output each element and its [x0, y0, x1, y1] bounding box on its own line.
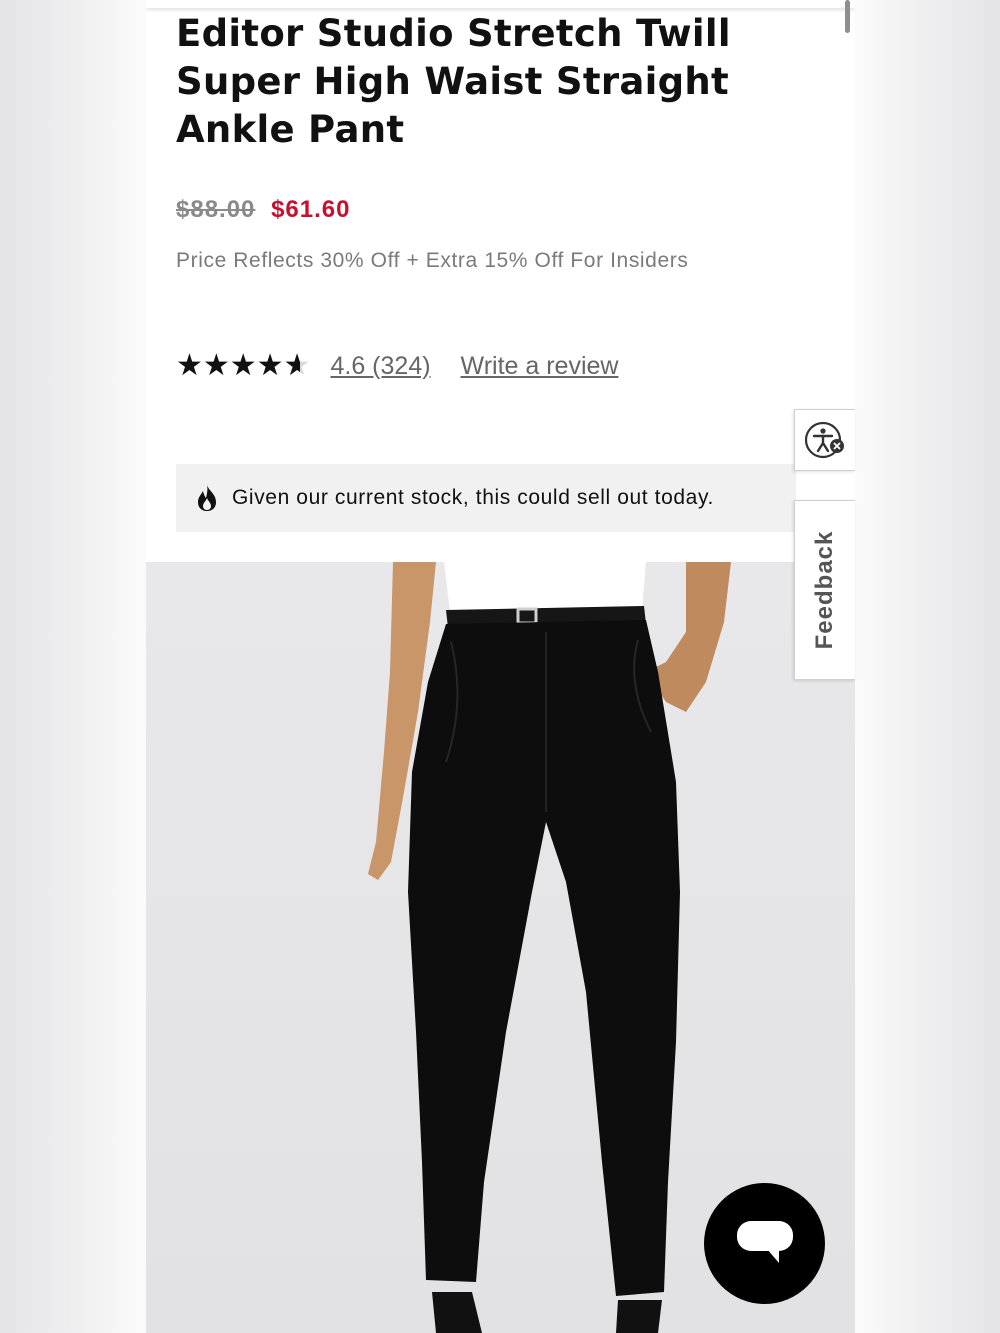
write-review-link[interactable]: Write a review: [461, 352, 619, 381]
feedback-tab[interactable]: Feedback: [794, 500, 855, 680]
feedback-label: Feedback: [811, 530, 838, 650]
price-row: $88.00 $61.60: [176, 196, 350, 224]
chat-button[interactable]: [704, 1183, 825, 1304]
stock-banner: Given our current stock, this could sell…: [176, 464, 796, 532]
rating-summary-link[interactable]: 4.6 (324): [330, 352, 430, 381]
chat-bubble-icon: [736, 1220, 793, 1263]
stock-message: Given our current stock, this could sell…: [232, 486, 714, 509]
product-page: Editor Studio Stretch Twill Super High W…: [146, 0, 855, 1333]
sale-price: $61.60: [271, 196, 351, 223]
header-edge: [146, 0, 855, 8]
original-price: $88.00: [176, 196, 256, 223]
scrollbar-thumb[interactable]: [845, 0, 850, 33]
stars-filled: ★★★★★: [176, 349, 300, 382]
accessibility-button[interactable]: [794, 409, 855, 471]
promo-text: Price Reflects 30% Off + Extra 15% Off F…: [176, 249, 689, 272]
flame-icon: [198, 485, 216, 511]
product-title: Editor Studio Stretch Twill Super High W…: [176, 12, 731, 151]
accessibility-icon: [804, 421, 844, 459]
star-rating: ★★★★★ ★★★★★: [176, 348, 310, 384]
rating-row: ★★★★★ ★★★★★ 4.6 (324) Write a review: [176, 346, 618, 386]
